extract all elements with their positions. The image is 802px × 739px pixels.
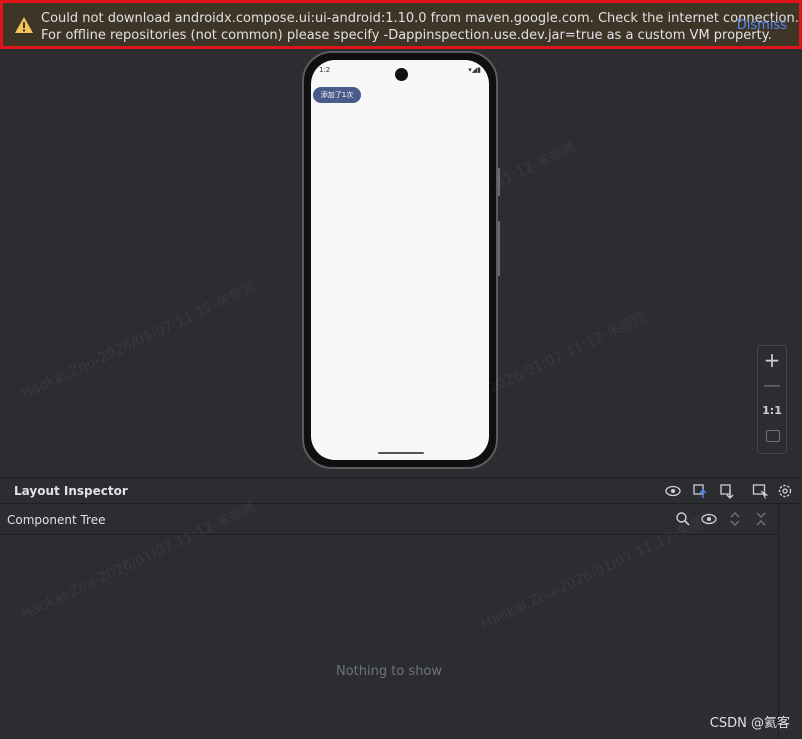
search-icon[interactable] (675, 511, 691, 527)
device-screen[interactable]: 1:2 ▾◢▮ 添加了1次 (311, 60, 489, 460)
component-tree-header: Component Tree (0, 504, 778, 535)
component-tree-title: Component Tree (7, 513, 106, 527)
zoom-in-button[interactable]: + (758, 348, 786, 372)
banner-message: Could not download androidx.compose.ui:u… (41, 10, 799, 44)
warning-icon (15, 17, 33, 33)
device-preview: 1:2 ▾◢▮ 添加了1次 (0, 49, 802, 477)
zoom-actual-size-button[interactable]: 1:1 (758, 404, 786, 417)
power-button (498, 221, 500, 276)
phone-frame: 1:2 ▾◢▮ 添加了1次 (302, 51, 500, 469)
layers-up-icon[interactable] (692, 483, 708, 499)
dismiss-link[interactable]: Dismiss (737, 18, 787, 33)
layout-inspector-title: Layout Inspector (14, 484, 128, 498)
app-counter-button[interactable]: 添加了1次 (313, 87, 361, 103)
zoom-fit-icon[interactable] (766, 430, 780, 442)
home-indicator (378, 452, 424, 454)
attributes-panel-strip (778, 504, 802, 739)
layers-down-icon[interactable] (719, 483, 735, 499)
layout-inspector-header: Layout Inspector (0, 477, 802, 504)
warning-banner: Could not download androidx.compose.ui:u… (0, 0, 802, 49)
zoom-out-button[interactable]: — (758, 376, 786, 396)
component-tree-body: Nothing to show (0, 535, 778, 739)
select-element-icon[interactable] (752, 483, 768, 499)
camera-cutout (395, 68, 408, 81)
status-time: 1:2 (319, 66, 331, 74)
volume-button (498, 168, 500, 196)
eye-icon[interactable] (665, 483, 681, 499)
zoom-controls: + — 1:1 (757, 345, 787, 454)
expand-all-icon[interactable] (727, 511, 743, 527)
eye-filter-icon[interactable] (701, 511, 717, 527)
gear-icon[interactable] (777, 483, 793, 499)
banner-line-2: For offline repositories (not common) pl… (41, 28, 772, 43)
banner-line-1: Could not download androidx.compose.ui:u… (41, 11, 799, 26)
empty-state-text: Nothing to show (335, 664, 443, 679)
collapse-all-icon[interactable] (753, 511, 769, 527)
csdn-credit: CSDN @氦客 (709, 716, 790, 731)
signal-icon: ▾◢▮ (468, 66, 481, 74)
